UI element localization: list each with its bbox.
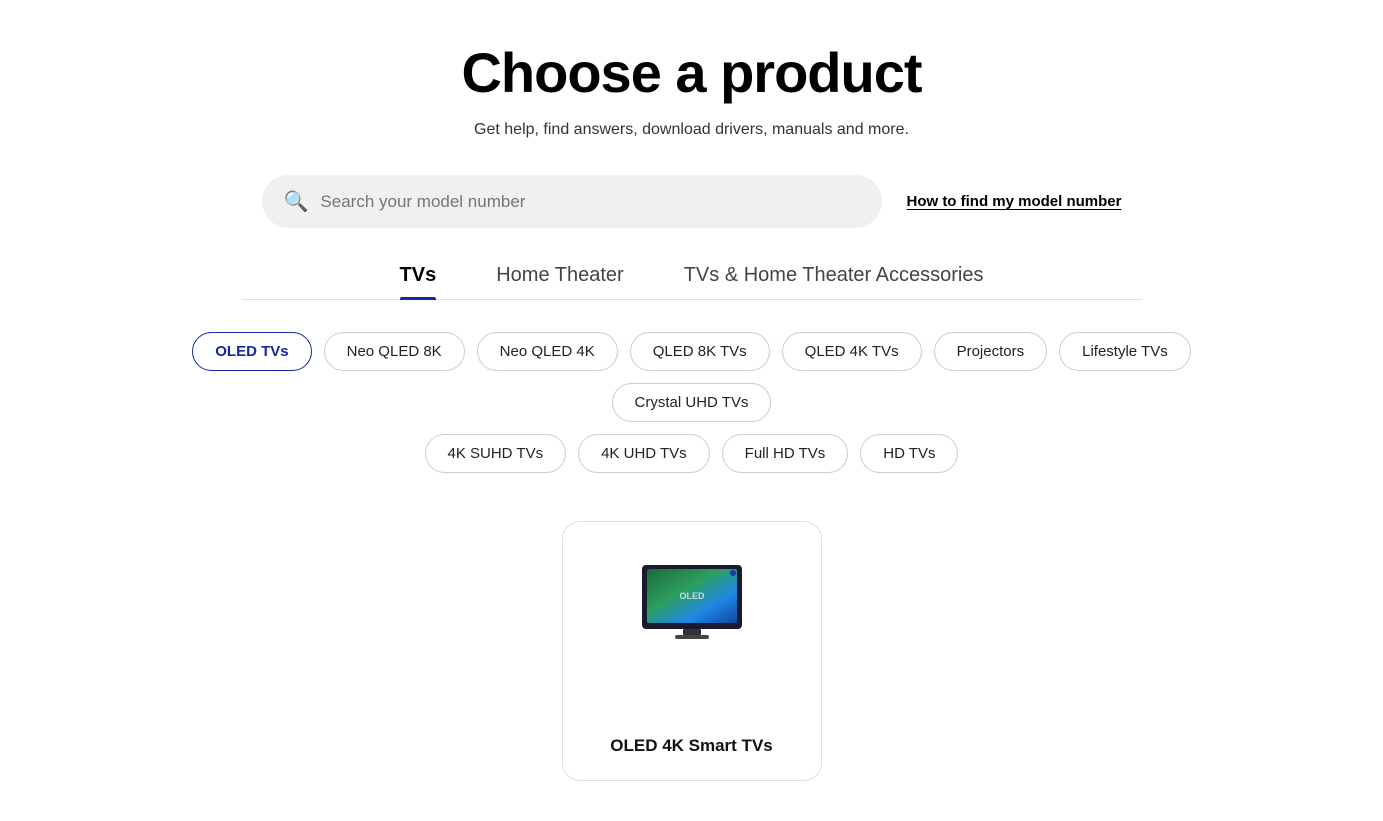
svg-text:OLED: OLED	[679, 591, 705, 601]
page-subtitle: Get help, find answers, download drivers…	[474, 121, 909, 139]
chip-4k-uhd-tvs[interactable]: 4K UHD TVs	[578, 434, 710, 473]
search-input[interactable]	[320, 192, 860, 212]
chip-qled-8k-tvs[interactable]: QLED 8K TVs	[630, 332, 770, 371]
chip-neo-qled-8k[interactable]: Neo QLED 8K	[324, 332, 465, 371]
chips-row2: 4K SUHD TVs 4K UHD TVs Full HD TVs HD TVs	[142, 434, 1242, 473]
chip-qled-4k-tvs[interactable]: QLED 4K TVs	[782, 332, 922, 371]
product-grid: OLED OLED 4K Smart TVs	[562, 521, 822, 781]
chip-projectors[interactable]: Projectors	[934, 332, 1048, 371]
chip-crystal-uhd-tvs[interactable]: Crystal UHD TVs	[612, 383, 772, 422]
chip-full-hd-tvs[interactable]: Full HD TVs	[722, 434, 849, 473]
chip-lifestyle-tvs[interactable]: Lifestyle TVs	[1059, 332, 1191, 371]
model-number-link[interactable]: How to find my model number	[906, 193, 1121, 210]
search-icon: 🔍	[284, 189, 309, 214]
product-card-oled-4k-smart-tvs[interactable]: OLED OLED 4K Smart TVs	[562, 521, 822, 781]
filter-chips: OLED TVs Neo QLED 8K Neo QLED 4K QLED 8K TV…	[142, 332, 1242, 473]
tab-home-theater[interactable]: Home Theater	[496, 264, 623, 299]
chips-row1: OLED TVs Neo QLED 8K Neo QLED 4K QLED 8K TV…	[142, 332, 1242, 422]
tab-accessories[interactable]: TVs & Home Theater Accessories	[684, 264, 984, 299]
chip-4k-suhd-tvs[interactable]: 4K SUHD TVs	[425, 434, 567, 473]
chip-oled-tvs[interactable]: OLED TVs	[192, 332, 311, 371]
product-label-oled-4k-smart-tvs: OLED 4K Smart TVs	[610, 736, 773, 756]
page-title: Choose a product	[461, 40, 921, 105]
search-box[interactable]: 🔍	[262, 175, 883, 228]
search-row: 🔍 How to find my model number	[262, 175, 1122, 228]
chip-hd-tvs[interactable]: HD TVs	[860, 434, 958, 473]
tab-tvs[interactable]: TVs	[400, 264, 437, 299]
chip-neo-qled-4k[interactable]: Neo QLED 4K	[477, 332, 618, 371]
product-image-oled-4k-smart-tvs: OLED	[632, 552, 752, 652]
tabs-row: TVs Home Theater TVs & Home Theater Access…	[242, 264, 1142, 300]
